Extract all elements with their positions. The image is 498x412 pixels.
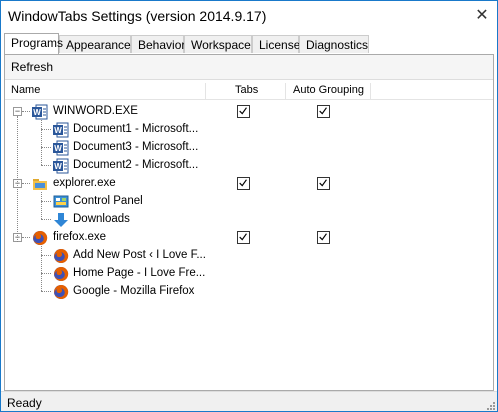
folder-icon (32, 176, 48, 192)
tree-connector (41, 273, 51, 274)
refresh-button[interactable]: Refresh (11, 60, 53, 74)
program-row[interactable]: − explorer.exe (5, 174, 493, 192)
window-row[interactable]: Downloads (5, 210, 493, 228)
firefox-icon (32, 230, 48, 246)
tree-connector (22, 111, 30, 112)
word-icon: W (32, 104, 48, 120)
tree-connector (17, 116, 18, 242)
status-bar: Ready (1, 391, 497, 411)
column-separator[interactable] (370, 83, 371, 99)
window-title-text: Add New Post ‹ I Love F... (73, 249, 206, 261)
panel-toolbar: Refresh (5, 55, 493, 80)
tree-connector (41, 120, 42, 165)
tree-connector (41, 192, 42, 219)
tree-connector (41, 147, 51, 148)
tree-connector (41, 219, 51, 220)
status-text: Ready (7, 396, 42, 410)
tab-diagnostics[interactable]: Diagnostics (299, 35, 369, 53)
window-row[interactable]: W Document1 - Microsoft... (5, 120, 493, 138)
window-title-text: Document3 - Microsoft... (73, 141, 199, 153)
window-title-text: Document1 - Microsoft... (73, 123, 199, 135)
tab-license[interactable]: License (252, 35, 300, 53)
column-header-tabs[interactable]: Tabs (235, 84, 258, 96)
firefox-icon (53, 266, 69, 282)
tab-appearance[interactable]: Appearance (59, 35, 131, 53)
firefox-icon (53, 248, 69, 264)
tree-connector (41, 291, 51, 292)
title-bar[interactable]: WindowTabs Settings (version 2014.9.17) … (1, 1, 497, 31)
svg-text:W: W (54, 144, 62, 153)
tree-connector (22, 183, 30, 184)
svg-text:W: W (54, 162, 62, 171)
resize-grip-icon[interactable] (485, 400, 495, 410)
program-name: explorer.exe (53, 177, 116, 189)
window-row[interactable]: Add New Post ‹ I Love F... (5, 246, 493, 264)
window-row[interactable]: W Document2 - Microsoft... (5, 156, 493, 174)
window-title-text: Google - Mozilla Firefox (73, 285, 195, 297)
window-row[interactable]: Google - Mozilla Firefox (5, 282, 493, 300)
collapse-toggle-icon[interactable]: − (13, 107, 22, 116)
auto-grouping-checkbox[interactable] (317, 231, 330, 244)
program-row[interactable]: − firefox.exe (5, 228, 493, 246)
tab-bar: Programs Appearance Behavior Workspace L… (4, 33, 494, 54)
program-name: firefox.exe (53, 231, 107, 243)
svg-text:W: W (54, 126, 62, 135)
tab-workspace[interactable]: Workspace (184, 35, 252, 53)
settings-window: WindowTabs Settings (version 2014.9.17) … (0, 0, 498, 412)
program-name: WINWORD.EXE (53, 105, 138, 117)
window-title-text: Document2 - Microsoft... (73, 159, 199, 171)
close-button[interactable]: ✕ (473, 7, 491, 25)
tree-connector (41, 246, 42, 291)
tree-connector (22, 237, 30, 238)
window-row[interactable]: Control Panel (5, 192, 493, 210)
window-row[interactable]: Home Page - I Love Fre... (5, 264, 493, 282)
tabs-checkbox[interactable] (237, 231, 250, 244)
svg-text:W: W (33, 108, 41, 117)
word-icon: W (53, 158, 69, 174)
window-title-text: Home Page - I Love Fre... (73, 267, 206, 279)
programs-panel: Refresh Name Tabs Auto Grouping − W WINWOR… (4, 54, 494, 391)
firefox-icon (53, 284, 69, 300)
window-title: WindowTabs Settings (version 2014.9.17) (8, 8, 267, 24)
grid-header: Name Tabs Auto Grouping (5, 83, 493, 100)
tree-connector (41, 165, 51, 166)
auto-grouping-checkbox[interactable] (317, 105, 330, 118)
tree-connector (41, 201, 51, 202)
program-row[interactable]: − W WINWORD.EXE (5, 102, 493, 120)
window-row[interactable]: W Document3 - Microsoft... (5, 138, 493, 156)
window-title-text: Downloads (73, 213, 130, 225)
word-icon: W (53, 122, 69, 138)
column-separator[interactable] (205, 83, 206, 99)
column-separator[interactable] (285, 83, 286, 99)
word-icon: W (53, 140, 69, 156)
auto-grouping-checkbox[interactable] (317, 177, 330, 190)
download-arrow-icon (53, 212, 69, 228)
tab-behavior[interactable]: Behavior (131, 35, 185, 53)
tree-connector (41, 255, 51, 256)
window-title-text: Control Panel (73, 195, 143, 207)
control-panel-icon (53, 194, 69, 210)
tabs-checkbox[interactable] (237, 177, 250, 190)
column-header-name[interactable]: Name (11, 84, 40, 96)
column-header-auto-grouping[interactable]: Auto Grouping (293, 84, 364, 96)
tabs-checkbox[interactable] (237, 105, 250, 118)
tab-programs[interactable]: Programs (4, 33, 63, 54)
tree-connector (41, 129, 51, 130)
